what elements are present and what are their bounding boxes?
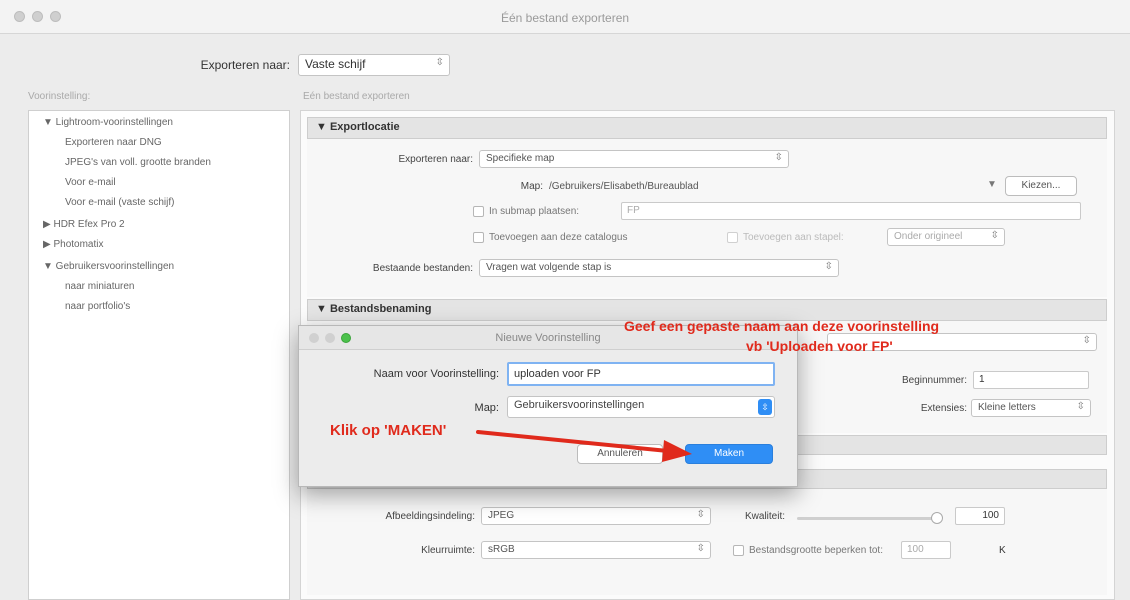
annotation-arrow <box>476 430 692 462</box>
arrow-shaft <box>476 430 670 453</box>
arrow-head-icon <box>662 440 692 462</box>
